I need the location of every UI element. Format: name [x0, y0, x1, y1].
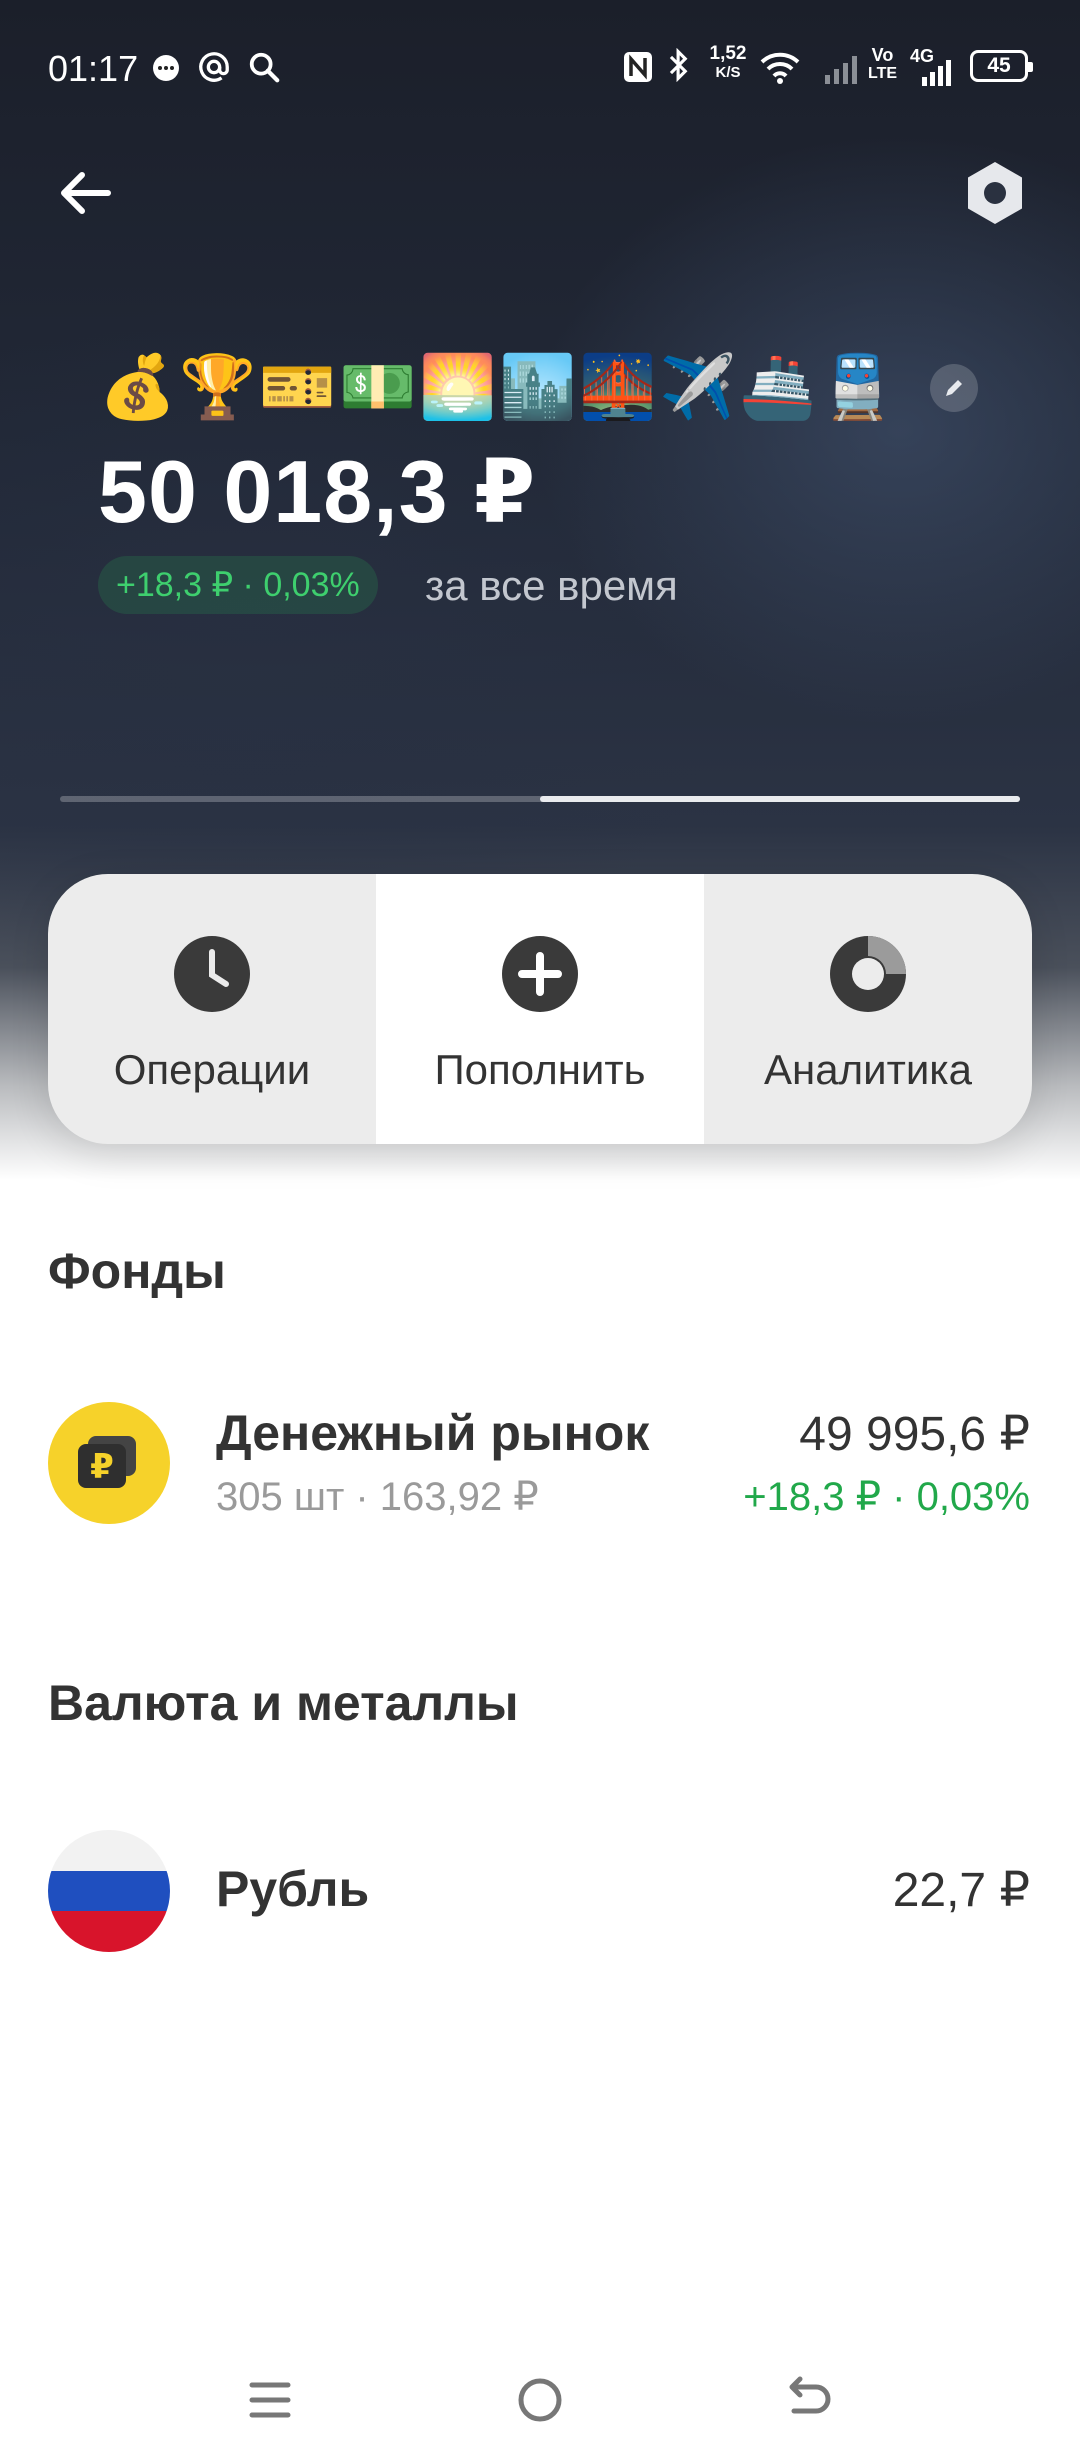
pencil-icon	[946, 380, 962, 396]
ruble-wallet-icon: ₽	[78, 1436, 136, 1488]
back-arrow-icon[interactable]	[50, 158, 120, 228]
settings-hexagon-icon[interactable]	[960, 158, 1030, 228]
action-bar: Операции Пополнить Аналитика	[48, 874, 1032, 1144]
ruble-fund-logo: ₽	[48, 1402, 170, 1524]
currency-name: Рубль	[216, 1861, 370, 1917]
period-label[interactable]: за все время	[425, 562, 678, 610]
analytics-button[interactable]: Аналитика	[704, 874, 1032, 1144]
at-icon	[199, 52, 229, 82]
volte-indicator: Vo LTE	[868, 45, 898, 82]
fund-details: 305 шт · 163,92 ₽	[216, 1475, 539, 1519]
clock-icon	[174, 936, 250, 1012]
edit-emoji-button[interactable]	[930, 364, 978, 412]
home-icon[interactable]	[510, 2370, 570, 2430]
money-bag-icon: 💰	[99, 353, 177, 422]
status-bar: 01:17 1,52 K/S Vo LTE 4G 45	[0, 0, 1080, 130]
nfc-icon	[624, 52, 652, 82]
page-indicator-fill	[540, 796, 1020, 802]
wifi-icon	[760, 52, 800, 84]
ship-icon: 🚢	[739, 353, 817, 422]
fund-change: +18,3 ₽ · 0,03%	[743, 1475, 1030, 1519]
currency-row-ruble[interactable]: Рубль 22,7 ₽	[0, 1808, 1080, 1978]
banknote-icon: 💵	[339, 353, 417, 422]
ticket-icon: 🎫	[259, 353, 337, 422]
top-up-label: Пополнить	[434, 1046, 646, 1093]
plus-icon	[502, 936, 578, 1012]
sunrise-icon: 🌅	[419, 353, 497, 422]
portfolio-balance: 50 018,3 ₽	[98, 442, 537, 541]
operations-label: Операции	[113, 1046, 311, 1093]
fund-name: Денежный рынок	[216, 1405, 650, 1461]
currency-amount: 22,7 ₽	[892, 1864, 1030, 1917]
fund-amount: 49 995,6 ₽	[799, 1408, 1030, 1461]
funds-section-title: Фонды	[48, 1243, 226, 1299]
menu-icon[interactable]	[240, 2370, 300, 2430]
train-icon: 🚆	[819, 353, 897, 422]
bridge-at-night-icon: 🌉	[579, 353, 657, 422]
donut-chart-icon	[830, 936, 906, 1012]
operations-button[interactable]: Операции	[48, 874, 376, 1144]
analytics-label: Аналитика	[764, 1046, 972, 1093]
top-up-button[interactable]: Пополнить	[376, 874, 704, 1144]
chat-icon	[153, 55, 179, 81]
portfolio-emoji-row: 💰 🏆 🎫 💵 🌅 🏙️ 🌉 ✈️ 🚢 🚆	[99, 348, 978, 428]
airplane-icon: ✈️	[659, 353, 737, 422]
net-speed: 1,52 K/S	[709, 43, 747, 81]
trophy-icon: 🏆	[179, 353, 257, 422]
portfolio-header: 01:17 1,52 K/S Vo LTE 4G 45 💰 🏆 🎫 💵 🌅 🏙️…	[0, 0, 1080, 1180]
currency-section-title: Валюта и металлы	[48, 1675, 519, 1731]
portfolio-change-badge: +18,3 ₽ · 0,03%	[98, 556, 378, 614]
signal-strong-icon	[922, 60, 951, 86]
back-icon[interactable]	[780, 2370, 840, 2430]
battery-level: 45	[987, 54, 1011, 77]
search-icon	[249, 52, 280, 83]
fund-row-money-market[interactable]: ₽ Денежный рынок 305 шт · 163,92 ₽ 49 99…	[0, 1380, 1080, 1550]
status-time: 01:17	[48, 48, 139, 89]
svg-text:₽: ₽	[90, 1447, 114, 1487]
cityscape-icon: 🏙️	[499, 353, 577, 422]
russia-flag-icon	[48, 1830, 170, 1952]
battery-icon: 45	[970, 50, 1033, 82]
bluetooth-icon	[669, 48, 688, 82]
system-navigation-bar	[0, 2340, 1080, 2460]
signal-weak-icon	[825, 56, 857, 84]
